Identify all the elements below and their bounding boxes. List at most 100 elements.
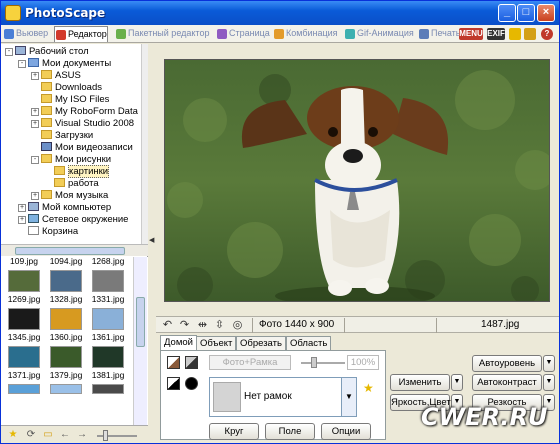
thumbnail-item[interactable]: 1381.jpg	[89, 370, 127, 416]
auto-level-dropdown[interactable]: ▼	[543, 355, 555, 372]
tree-item[interactable]: + ASUS	[31, 70, 81, 82]
panel-splitter[interactable]: ◀	[148, 44, 156, 443]
left-panel: - Рабочий стол - Мои документы + ASUS Download…	[1, 44, 148, 443]
zoom-icon[interactable]: ◎	[231, 319, 244, 332]
flip-vertical-icon[interactable]: ⇳	[213, 319, 226, 332]
tab-crop[interactable]: Обрезать	[236, 336, 286, 350]
tree-item[interactable]: My ISO Files	[41, 94, 109, 106]
scroll-thumb[interactable]	[15, 247, 125, 255]
tree-item-label: Корзина	[42, 226, 79, 237]
tree-item[interactable]: Загрузки	[41, 130, 93, 142]
dog-photo	[165, 60, 549, 301]
thumbnail-size-slider[interactable]	[97, 430, 137, 441]
close-button[interactable]: ×	[537, 4, 555, 22]
black-white-icon[interactable]	[167, 377, 180, 390]
expand-toggle-icon[interactable]: +	[31, 108, 39, 116]
maximize-button[interactable]: □	[517, 4, 535, 22]
title-bar[interactable]: PhotoScape _ □ ×	[1, 1, 559, 25]
tab-combine[interactable]: Комбинация	[273, 26, 338, 42]
slider-knob[interactable]	[103, 430, 108, 441]
auto-contrast-dropdown[interactable]: ▼	[543, 374, 555, 391]
thumbnail-image	[8, 346, 40, 368]
tree-item[interactable]: + Сетевое окружение	[18, 214, 129, 226]
menu-button[interactable]: MENU	[459, 28, 483, 40]
photoscape-window: PhotoScape _ □ × Вьювер Редактор Пакетны…	[0, 0, 560, 444]
tree-item-label: Сетевое окружение	[42, 214, 129, 225]
photo-canvas[interactable]	[164, 59, 550, 302]
collapse-arrow-icon[interactable]: ◀	[149, 236, 154, 244]
tree-item[interactable]: Корзина	[28, 226, 78, 238]
gallery-icon[interactable]	[509, 28, 521, 40]
tab-page[interactable]: Страница	[216, 26, 270, 42]
thumbnail-image	[8, 270, 40, 292]
margin-button[interactable]: Поле	[265, 423, 315, 440]
thumbnail-item[interactable]: 1379.jpg	[47, 370, 85, 416]
tree-item[interactable]: + Мой компьютер	[18, 202, 111, 214]
tree-item-label: Загрузки	[55, 130, 94, 141]
tab-gif-animation[interactable]: Gif-Анимация	[344, 26, 414, 42]
thumbnail-item[interactable]: 1371.jpg	[5, 370, 43, 416]
star-icon[interactable]: ★	[7, 429, 19, 441]
chevron-down-icon[interactable]: ▼	[341, 378, 356, 416]
frame-select[interactable]: Нет рамок ▼	[209, 377, 357, 417]
expand-toggle-icon[interactable]: +	[18, 216, 26, 224]
collapse-toggle-icon[interactable]: -	[18, 60, 26, 68]
collapse-toggle-icon[interactable]: -	[31, 156, 39, 164]
tree-item[interactable]: + Моя музыка	[31, 190, 108, 202]
frame-style-icon[interactable]	[167, 356, 180, 369]
tab-batch-editor[interactable]: Пакетный редактор	[115, 26, 209, 42]
forward-arrow-icon[interactable]: →	[76, 429, 88, 441]
tree-item[interactable]: картинки	[54, 165, 110, 178]
video-folder-icon	[41, 142, 52, 151]
resize-dropdown[interactable]: ▼	[451, 374, 463, 391]
expand-toggle-icon[interactable]: +	[31, 192, 39, 200]
back-arrow-icon[interactable]: ←	[59, 429, 71, 441]
tab-viewer[interactable]: Вьювер	[3, 26, 48, 42]
expand-toggle-icon[interactable]: +	[18, 204, 26, 212]
tree-item[interactable]: + My RoboForm Data	[31, 106, 138, 118]
tab-object[interactable]: Объект	[196, 336, 237, 350]
resize-button[interactable]: Изменить	[390, 374, 450, 391]
tree-item[interactable]: - Рабочий стол	[5, 46, 89, 58]
tree-item[interactable]: Downloads	[41, 82, 102, 94]
help-icon[interactable]: ?	[541, 28, 553, 40]
tree-item[interactable]: Мои видеозаписи	[41, 142, 133, 154]
tree-scrollbar[interactable]	[141, 44, 148, 244]
auto-level-button[interactable]: Автоуровень	[472, 355, 542, 372]
favorite-star-icon[interactable]: ★	[363, 381, 374, 395]
circle-button[interactable]: Круг	[209, 423, 259, 440]
tab-region[interactable]: Область	[286, 336, 332, 350]
tab-print[interactable]: Печать	[418, 26, 460, 42]
rotate-right-icon[interactable]: ↷	[178, 319, 191, 332]
round-corner-icon[interactable]	[185, 377, 198, 390]
options-button[interactable]: Опции	[321, 423, 371, 440]
thumbnail-scrollbar[interactable]	[133, 257, 147, 425]
rotate-left-icon[interactable]: ↶	[161, 319, 174, 332]
folder-icon	[41, 94, 52, 103]
frame-shadow-icon[interactable]	[185, 356, 198, 369]
window-title: PhotoScape	[25, 6, 106, 20]
scroll-thumb[interactable]	[136, 297, 145, 347]
tree-item[interactable]: работа	[54, 178, 99, 190]
tree-item[interactable]: + Visual Studio 2008	[31, 118, 134, 130]
tab-home[interactable]: Домой	[160, 335, 197, 350]
auto-contrast-button[interactable]: Автоконтраст	[472, 374, 542, 391]
expand-toggle-icon[interactable]: +	[31, 72, 39, 80]
tree-horizontal-scrollbar[interactable]	[1, 244, 148, 256]
tree-item[interactable]: - Мои документы	[18, 58, 111, 70]
separator	[344, 318, 345, 333]
tab-editor[interactable]: Редактор	[54, 26, 108, 42]
photo-frame-button[interactable]: Фото+Рамка	[209, 355, 291, 370]
exif-button[interactable]: EXIF	[487, 28, 505, 40]
folder-tool-icon[interactable]	[524, 28, 536, 40]
expand-toggle-icon[interactable]: +	[31, 120, 39, 128]
refresh-icon[interactable]: ⟳	[25, 429, 37, 441]
minimize-button[interactable]: _	[498, 4, 516, 22]
slider-knob[interactable]	[311, 357, 317, 368]
flip-horizontal-icon[interactable]: ⇹	[196, 319, 209, 332]
watermark-logo: CWER.RU	[421, 403, 548, 431]
collapse-toggle-icon[interactable]: -	[5, 48, 13, 56]
folder-icon[interactable]: ▭	[42, 429, 54, 441]
frame-opacity-slider[interactable]	[301, 357, 345, 368]
frame-percent-field[interactable]: 100%	[347, 355, 379, 370]
